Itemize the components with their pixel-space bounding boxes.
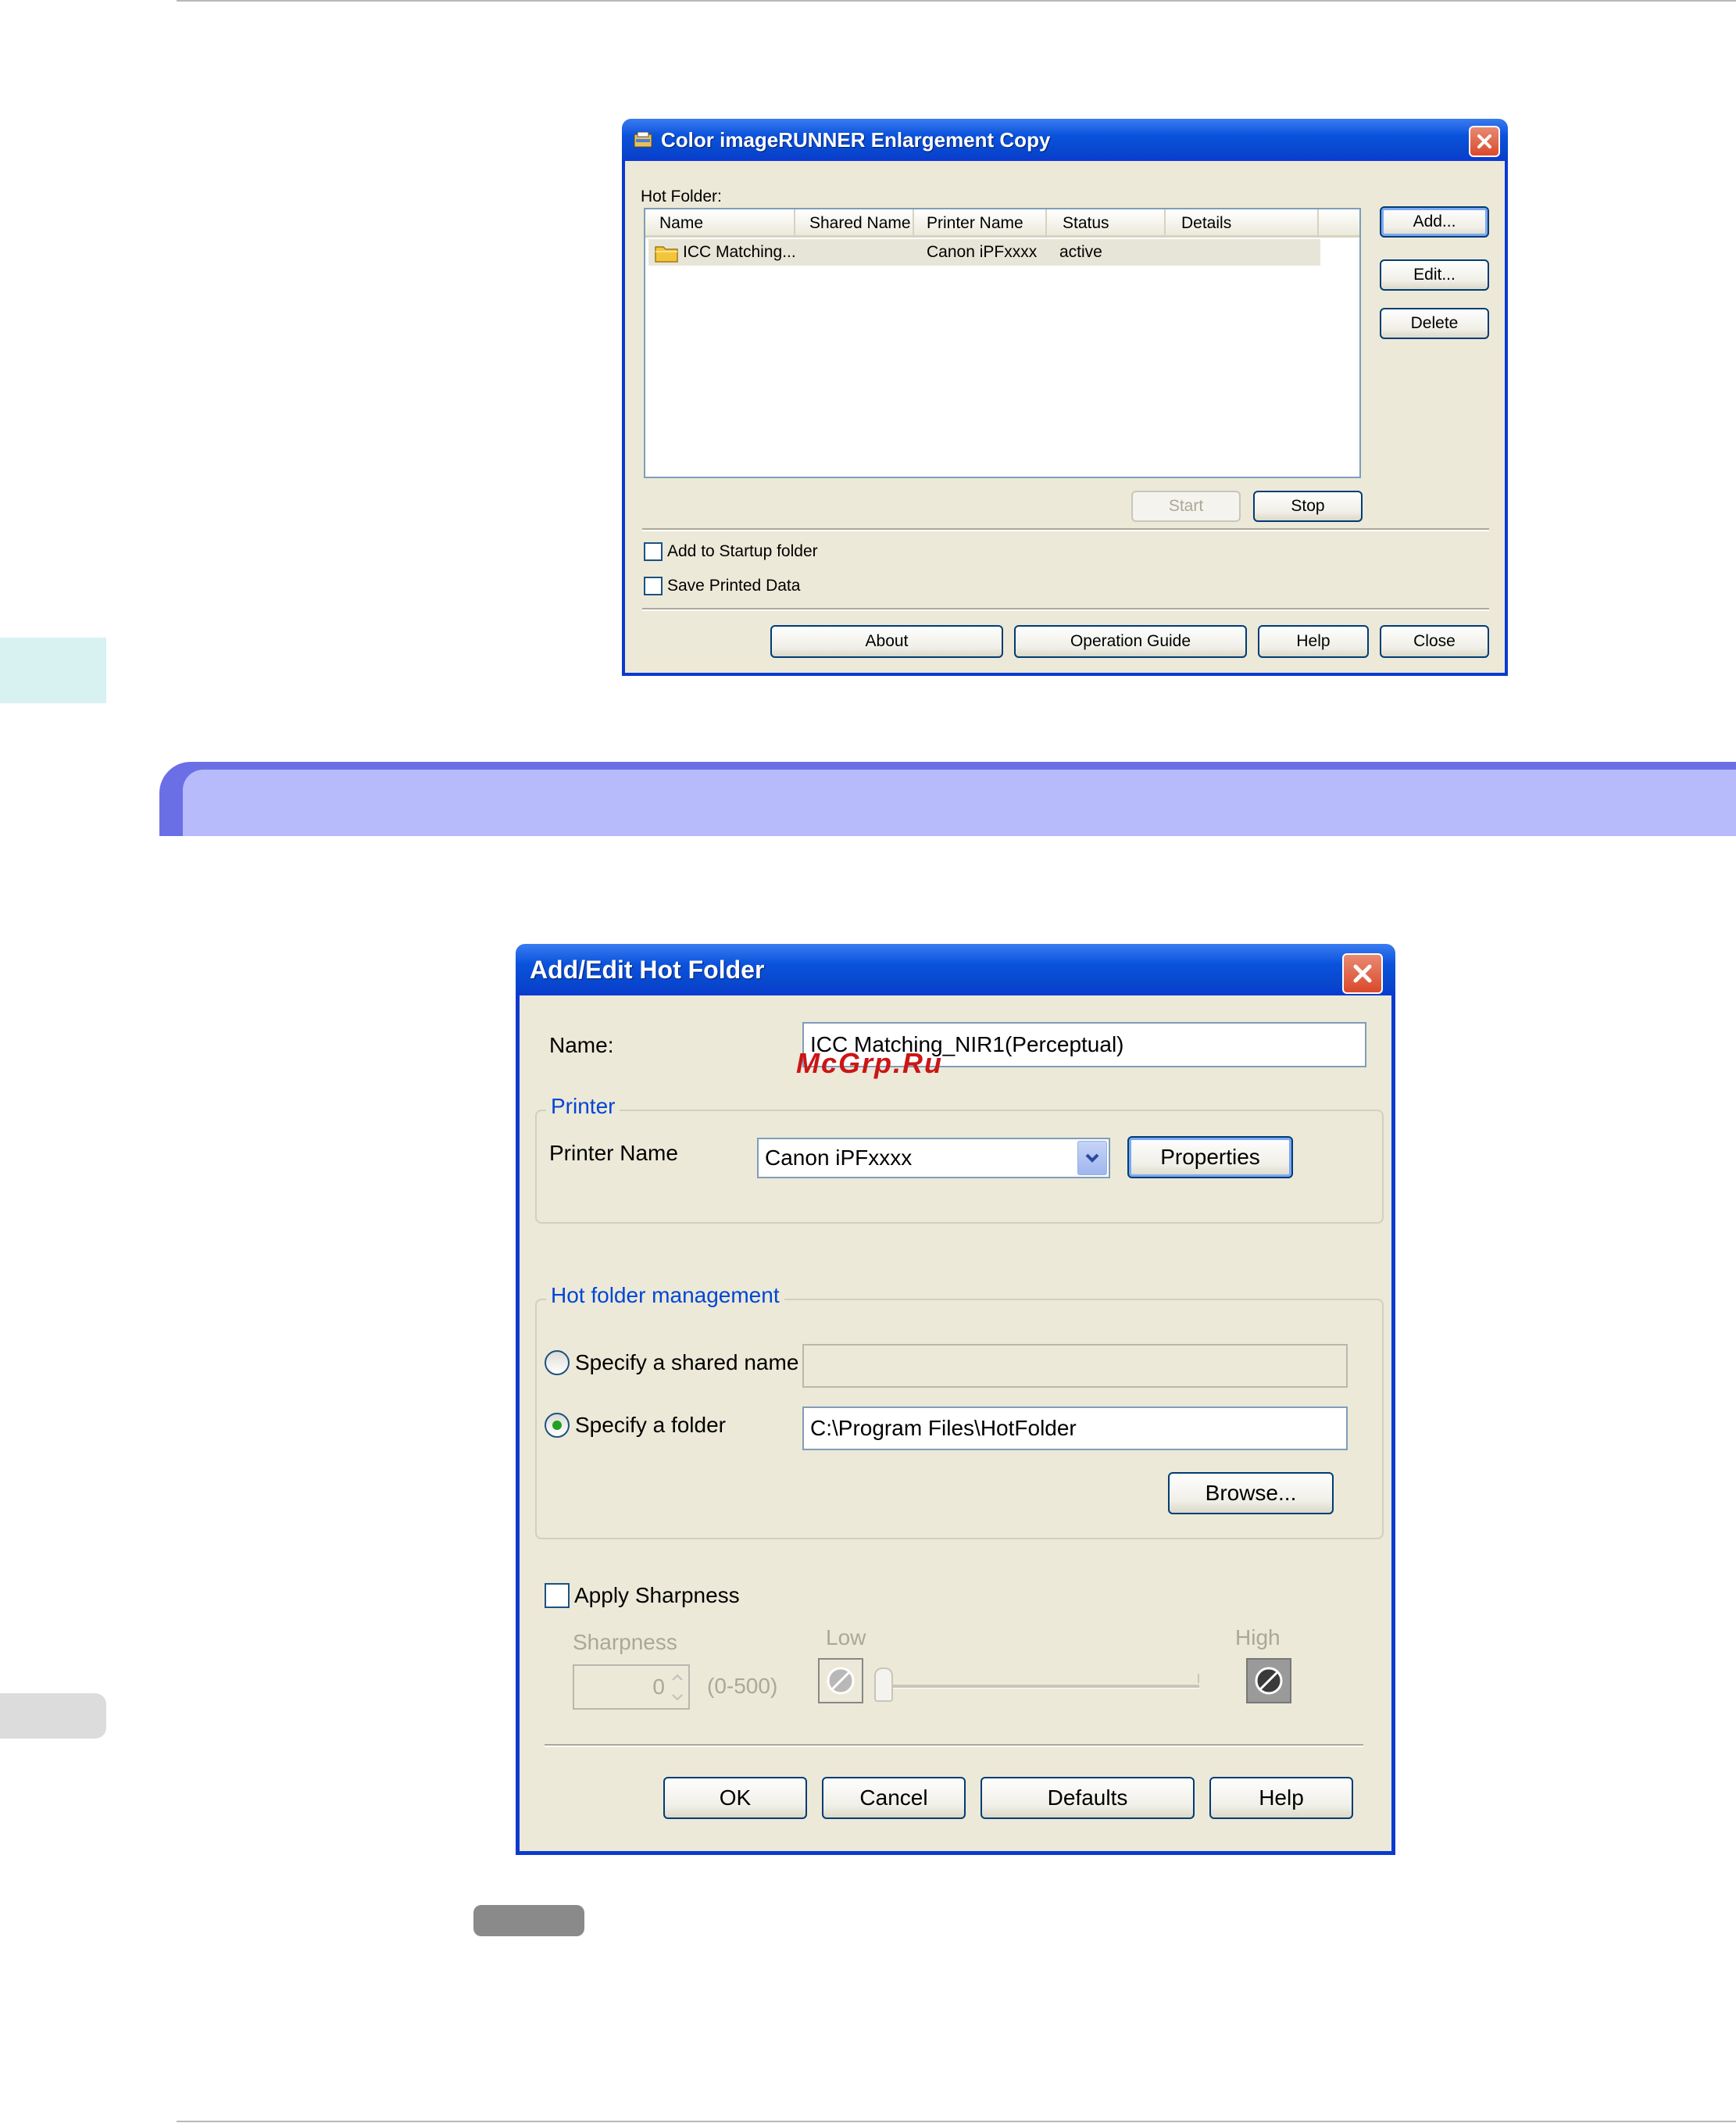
column-header-name[interactable]: Name	[645, 209, 795, 238]
add-edit-hot-folder-dialog: Add/Edit Hot Folder Name: ICC Matching_N…	[516, 944, 1395, 1855]
browse-button[interactable]: Browse...	[1168, 1472, 1334, 1514]
window1-client: Hot Folder: Name Shared Name Printer Nam…	[625, 161, 1505, 673]
close-icon	[1353, 964, 1372, 983]
add-button[interactable]: Add...	[1380, 206, 1489, 238]
row-name: ICC Matching...	[683, 243, 796, 261]
separator	[642, 608, 1489, 611]
shared-name-radio-label: Specify a shared name	[575, 1350, 799, 1374]
window2-titlebar: Add/Edit Hot Folder	[516, 944, 1395, 995]
folder-path-input[interactable]: C:\Program Files\HotFolder	[802, 1406, 1348, 1450]
sharpness-slider-thumb[interactable]	[874, 1667, 893, 1702]
window2-client: Name: ICC Matching_NIR1(Perceptual) McGr…	[520, 995, 1391, 1851]
app-icon	[633, 130, 653, 150]
start-button[interactable]: Start	[1131, 491, 1241, 522]
window2-close-button[interactable]	[1342, 953, 1383, 994]
sharpness-range: (0-500)	[707, 1674, 778, 1698]
column-header-printer-name[interactable]: Printer Name	[914, 209, 1047, 238]
printer-select[interactable]: Canon iPFxxxx	[757, 1138, 1110, 1178]
window2-title: Add/Edit Hot Folder	[530, 955, 765, 984]
shared-name-input[interactable]	[802, 1344, 1348, 1388]
folder-radio[interactable]	[545, 1413, 570, 1438]
stop-button[interactable]: Stop	[1253, 491, 1363, 522]
startup-checkbox[interactable]	[644, 542, 663, 561]
printer-name-label: Printer Name	[549, 1141, 678, 1165]
name-label: Name:	[549, 1033, 614, 1057]
operation-guide-button[interactable]: Operation Guide	[1014, 625, 1247, 658]
sharpness-value: 0	[652, 1674, 665, 1699]
folder-icon	[655, 244, 678, 267]
chevron-down-icon[interactable]	[1077, 1141, 1107, 1175]
table-row[interactable]: ICC Matching... Canon iPFxxxx active	[648, 239, 1320, 266]
enlargement-copy-window: Color imageRUNNER Enlargement Copy Hot F…	[622, 119, 1508, 676]
shared-name-radio[interactable]	[545, 1350, 570, 1375]
spinner-arrows-icon[interactable]	[668, 1667, 687, 1707]
help-button[interactable]: Help	[1258, 625, 1369, 658]
folder-path-value: C:\Program Files\HotFolder	[810, 1416, 1077, 1440]
properties-button[interactable]: Properties	[1127, 1136, 1293, 1178]
slider-tick	[1198, 1674, 1199, 1683]
low-sharpness-icon	[818, 1658, 863, 1703]
folder-radio-label: Specify a folder	[575, 1413, 726, 1437]
row-status: active	[1059, 243, 1102, 261]
column-header-status[interactable]: Status	[1047, 209, 1166, 238]
printer-group-label: Printer	[546, 1094, 620, 1119]
window1-close-button[interactable]	[1469, 126, 1500, 157]
bottom-rule	[177, 2121, 1736, 2122]
window1-titlebar: Color imageRUNNER Enlargement Copy	[622, 119, 1508, 161]
defaults-button[interactable]: Defaults	[981, 1777, 1195, 1819]
close-button[interactable]: Close	[1380, 625, 1489, 658]
startup-checkbox-label: Add to Startup folder	[667, 542, 818, 560]
separator	[642, 528, 1489, 531]
low-label: Low	[826, 1625, 866, 1649]
column-header-shared-name[interactable]: Shared Name	[795, 209, 914, 238]
separator	[545, 1744, 1363, 1747]
section-banner-inner	[183, 770, 1736, 836]
column-header-details[interactable]: Details	[1166, 209, 1319, 238]
close-icon	[1477, 134, 1491, 148]
top-rule	[177, 0, 1736, 2]
printer-select-value: Canon iPFxxxx	[765, 1145, 913, 1170]
note-badge	[473, 1905, 584, 1936]
edit-button[interactable]: Edit...	[1380, 259, 1489, 291]
apply-sharpness-label: Apply Sharpness	[574, 1583, 740, 1607]
save-printed-checkbox[interactable]	[644, 577, 663, 595]
ok-button[interactable]: OK	[663, 1777, 807, 1819]
window1-title: Color imageRUNNER Enlargement Copy	[661, 127, 1051, 152]
side-tab-index	[0, 1693, 106, 1739]
hot-folder-list[interactable]: Name Shared Name Printer Name Status Det…	[644, 208, 1361, 478]
save-printed-checkbox-label: Save Printed Data	[667, 577, 801, 595]
sharpness-slider-track[interactable]	[874, 1685, 1199, 1689]
watermark: McGrp.Ru	[796, 1047, 944, 1079]
about-button[interactable]: About	[770, 625, 1003, 658]
apply-sharpness-checkbox[interactable]	[545, 1583, 570, 1608]
side-tab-chapter	[0, 638, 106, 703]
row-printer-name: Canon iPFxxxx	[927, 243, 1038, 261]
sharpness-spinner[interactable]: 0	[573, 1664, 690, 1710]
hot-folder-group-label: Hot folder management	[546, 1283, 784, 1308]
delete-button[interactable]: Delete	[1380, 308, 1489, 339]
high-sharpness-icon	[1246, 1658, 1291, 1703]
high-label: High	[1235, 1625, 1281, 1649]
hot-folder-label: Hot Folder:	[641, 188, 722, 206]
help-button[interactable]: Help	[1209, 1777, 1353, 1819]
sharpness-label: Sharpness	[573, 1630, 677, 1654]
cancel-button[interactable]: Cancel	[822, 1777, 966, 1819]
